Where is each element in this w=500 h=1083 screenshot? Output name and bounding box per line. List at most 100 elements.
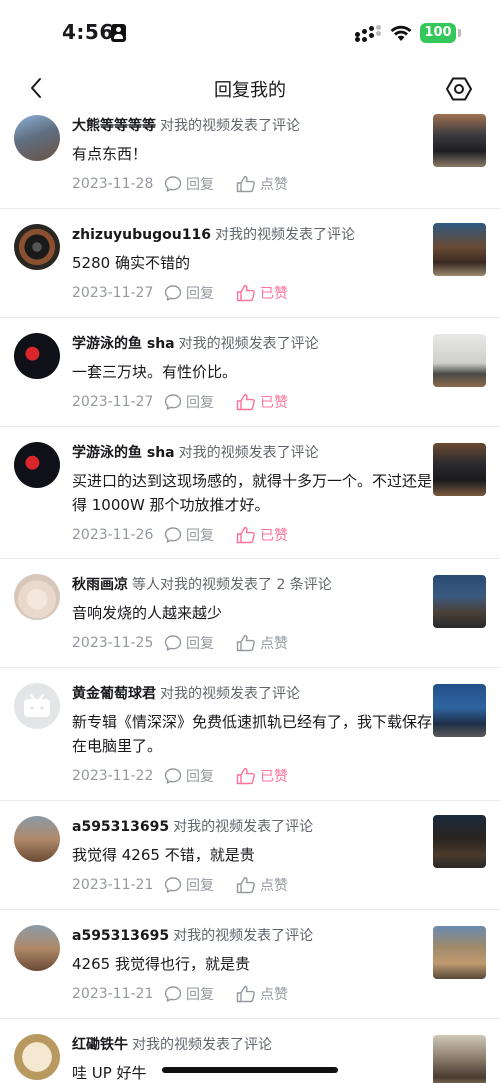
comment-bubble-icon (164, 527, 182, 543)
page-title: 回复我的 (214, 80, 286, 101)
reply-button[interactable]: 回复 (164, 174, 214, 194)
comment-date: 2023-11-27 (72, 394, 154, 410)
action-text: 对我的视频发表了评论 (173, 819, 314, 835)
battery-tip (458, 29, 461, 37)
avatar[interactable] (14, 1034, 60, 1080)
like-button[interactable]: 已赞 (236, 766, 288, 786)
list-item[interactable]: 学游泳的鱼 sha 对我的视频发表了评论 一套三万块。有性价比。 2023-11-… (0, 318, 500, 427)
reply-label: 回复 (186, 286, 214, 302)
like-label: 已赞 (260, 769, 288, 785)
thumbs-up-icon (236, 526, 255, 544)
thumbs-up-icon (236, 175, 255, 193)
reply-label: 回复 (186, 878, 214, 894)
action-text: 对我的视频发表了评论 (132, 1037, 272, 1053)
username[interactable]: 秋雨画凉 (72, 577, 128, 593)
username[interactable]: 学游泳的鱼 sha (72, 336, 175, 352)
list-item[interactable]: a595313695 对我的视频发表了评论 我觉得 4265 不错，就是贵 202… (0, 801, 500, 910)
status-bar: 4:56 100 (0, 0, 500, 64)
reply-button[interactable]: 回复 (164, 392, 214, 412)
comment-date: 2023-11-22 (72, 768, 154, 784)
comment-date: 2023-11-27 (72, 285, 154, 301)
video-thumbnail[interactable] (433, 815, 486, 868)
avatar[interactable] (14, 925, 60, 971)
video-thumbnail[interactable] (433, 443, 486, 496)
username[interactable]: a595313695 (72, 819, 169, 835)
thumbs-up-icon (236, 393, 255, 411)
avatar[interactable] (14, 442, 60, 488)
home-indicator[interactable] (162, 1067, 338, 1073)
username[interactable]: 大熊等等等等 (72, 118, 156, 134)
thumbs-up-icon (236, 767, 255, 785)
username[interactable]: a595313695 (72, 928, 169, 944)
list-item[interactable]: 学游泳的鱼 sha 对我的视频发表了评论 买进口的达到这现场感的，就得十多万一个。… (0, 427, 500, 559)
reply-button[interactable]: 回复 (164, 766, 214, 786)
battery-indicator: 100 (420, 23, 456, 43)
username[interactable]: 学游泳的鱼 sha (72, 445, 175, 461)
username[interactable]: zhizuyubugou116 (72, 227, 211, 243)
like-button[interactable]: 点赞 (236, 174, 288, 194)
settings-button[interactable] (443, 74, 475, 104)
reply-list: 大熊等等等等 对我的视频发表了评论 有点东西！ 2023-11-28 回复 点赞 … (0, 108, 500, 1083)
action-text: 对我的视频发表了评论 (178, 336, 319, 352)
video-thumbnail[interactable] (433, 334, 486, 387)
like-button[interactable]: 点赞 (236, 875, 288, 895)
video-thumbnail[interactable] (433, 926, 486, 979)
like-label: 已赞 (260, 395, 288, 411)
like-button[interactable]: 点赞 (236, 984, 288, 1004)
video-thumbnail[interactable] (433, 223, 486, 276)
video-thumbnail[interactable] (433, 575, 486, 628)
comment-text: 音响发烧的人越来越少 (72, 604, 223, 622)
thumbs-up-icon (236, 634, 255, 652)
like-label: 已赞 (260, 286, 288, 302)
like-button[interactable]: 点赞 (236, 633, 288, 653)
comment-date: 2023-11-26 (72, 527, 154, 543)
action-text: 对我的视频发表了评论 (178, 445, 319, 461)
hexagon-settings-icon (446, 77, 472, 101)
list-item[interactable]: 秋雨画凉 等人对我的视频发表了 2 条评论 音响发烧的人越来越少 2023-11-… (0, 559, 500, 668)
video-thumbnail[interactable] (433, 684, 486, 737)
like-button[interactable]: 已赞 (236, 525, 288, 545)
reply-button[interactable]: 回复 (164, 875, 214, 895)
avatar[interactable] (14, 333, 60, 379)
avatar[interactable] (14, 115, 60, 161)
username[interactable]: 红磡铁牛 (72, 1037, 128, 1053)
action-text: 对我的视频发表了评论 (160, 686, 300, 702)
action-text: 对我的视频发表了评论 (214, 227, 355, 243)
list-item[interactable]: 红磡铁牛 对我的视频发表了评论 哇 UP 好牛 (0, 1019, 500, 1083)
comment-bubble-icon (164, 986, 182, 1002)
username[interactable]: 黄金葡萄球君 (72, 686, 156, 702)
reply-button[interactable]: 回复 (164, 283, 214, 303)
list-item[interactable]: 大熊等等等等 对我的视频发表了评论 有点东西！ 2023-11-28 回复 点赞 (0, 108, 500, 209)
comment-bubble-icon (164, 176, 182, 192)
like-label: 点赞 (260, 636, 288, 652)
video-thumbnail[interactable] (433, 114, 486, 167)
comment-text: 新专辑《情深深》免费低速抓轨已经有了，我下载保存在电脑里了。 (72, 713, 433, 755)
like-button[interactable]: 已赞 (236, 392, 288, 412)
comment-bubble-icon (164, 768, 182, 784)
comment-text: 5280 确实不错的 (72, 254, 190, 272)
avatar[interactable] (14, 816, 60, 862)
video-thumbnail[interactable] (433, 1035, 486, 1083)
reply-button[interactable]: 回复 (164, 525, 214, 545)
thumbs-up-icon (236, 876, 255, 894)
thumbs-up-icon (236, 985, 255, 1003)
comment-text: 买进口的达到这现场感的，就得十多万一个。不过还是得 1000W 那个功放推才好。 (72, 472, 433, 514)
reply-button[interactable]: 回复 (164, 984, 214, 1004)
comment-text: 4265 我觉得也行，就是贵 (72, 955, 250, 973)
list-item[interactable]: 黄金葡萄球君 对我的视频发表了评论 新专辑《情深深》免费低速抓轨已经有了，我下载保… (0, 668, 500, 801)
comment-date: 2023-11-28 (72, 176, 154, 192)
list-item[interactable]: a595313695 对我的视频发表了评论 4265 我觉得也行，就是贵 2023… (0, 910, 500, 1019)
comment-date: 2023-11-21 (72, 986, 154, 1002)
nav-bar: 回复我的 (0, 64, 500, 112)
action-text: 等人对我的视频发表了 2 条评论 (132, 577, 332, 593)
avatar[interactable] (14, 683, 60, 729)
like-label: 点赞 (260, 878, 288, 894)
reply-button[interactable]: 回复 (164, 633, 214, 653)
list-item[interactable]: zhizuyubugou116 对我的视频发表了评论 5280 确实不错的 202… (0, 209, 500, 318)
avatar[interactable] (14, 224, 60, 270)
contact-card-icon (111, 24, 126, 42)
action-text: 对我的视频发表了评论 (173, 928, 314, 944)
thumbs-up-icon (236, 284, 255, 302)
avatar[interactable] (14, 574, 60, 620)
like-button[interactable]: 已赞 (236, 283, 288, 303)
